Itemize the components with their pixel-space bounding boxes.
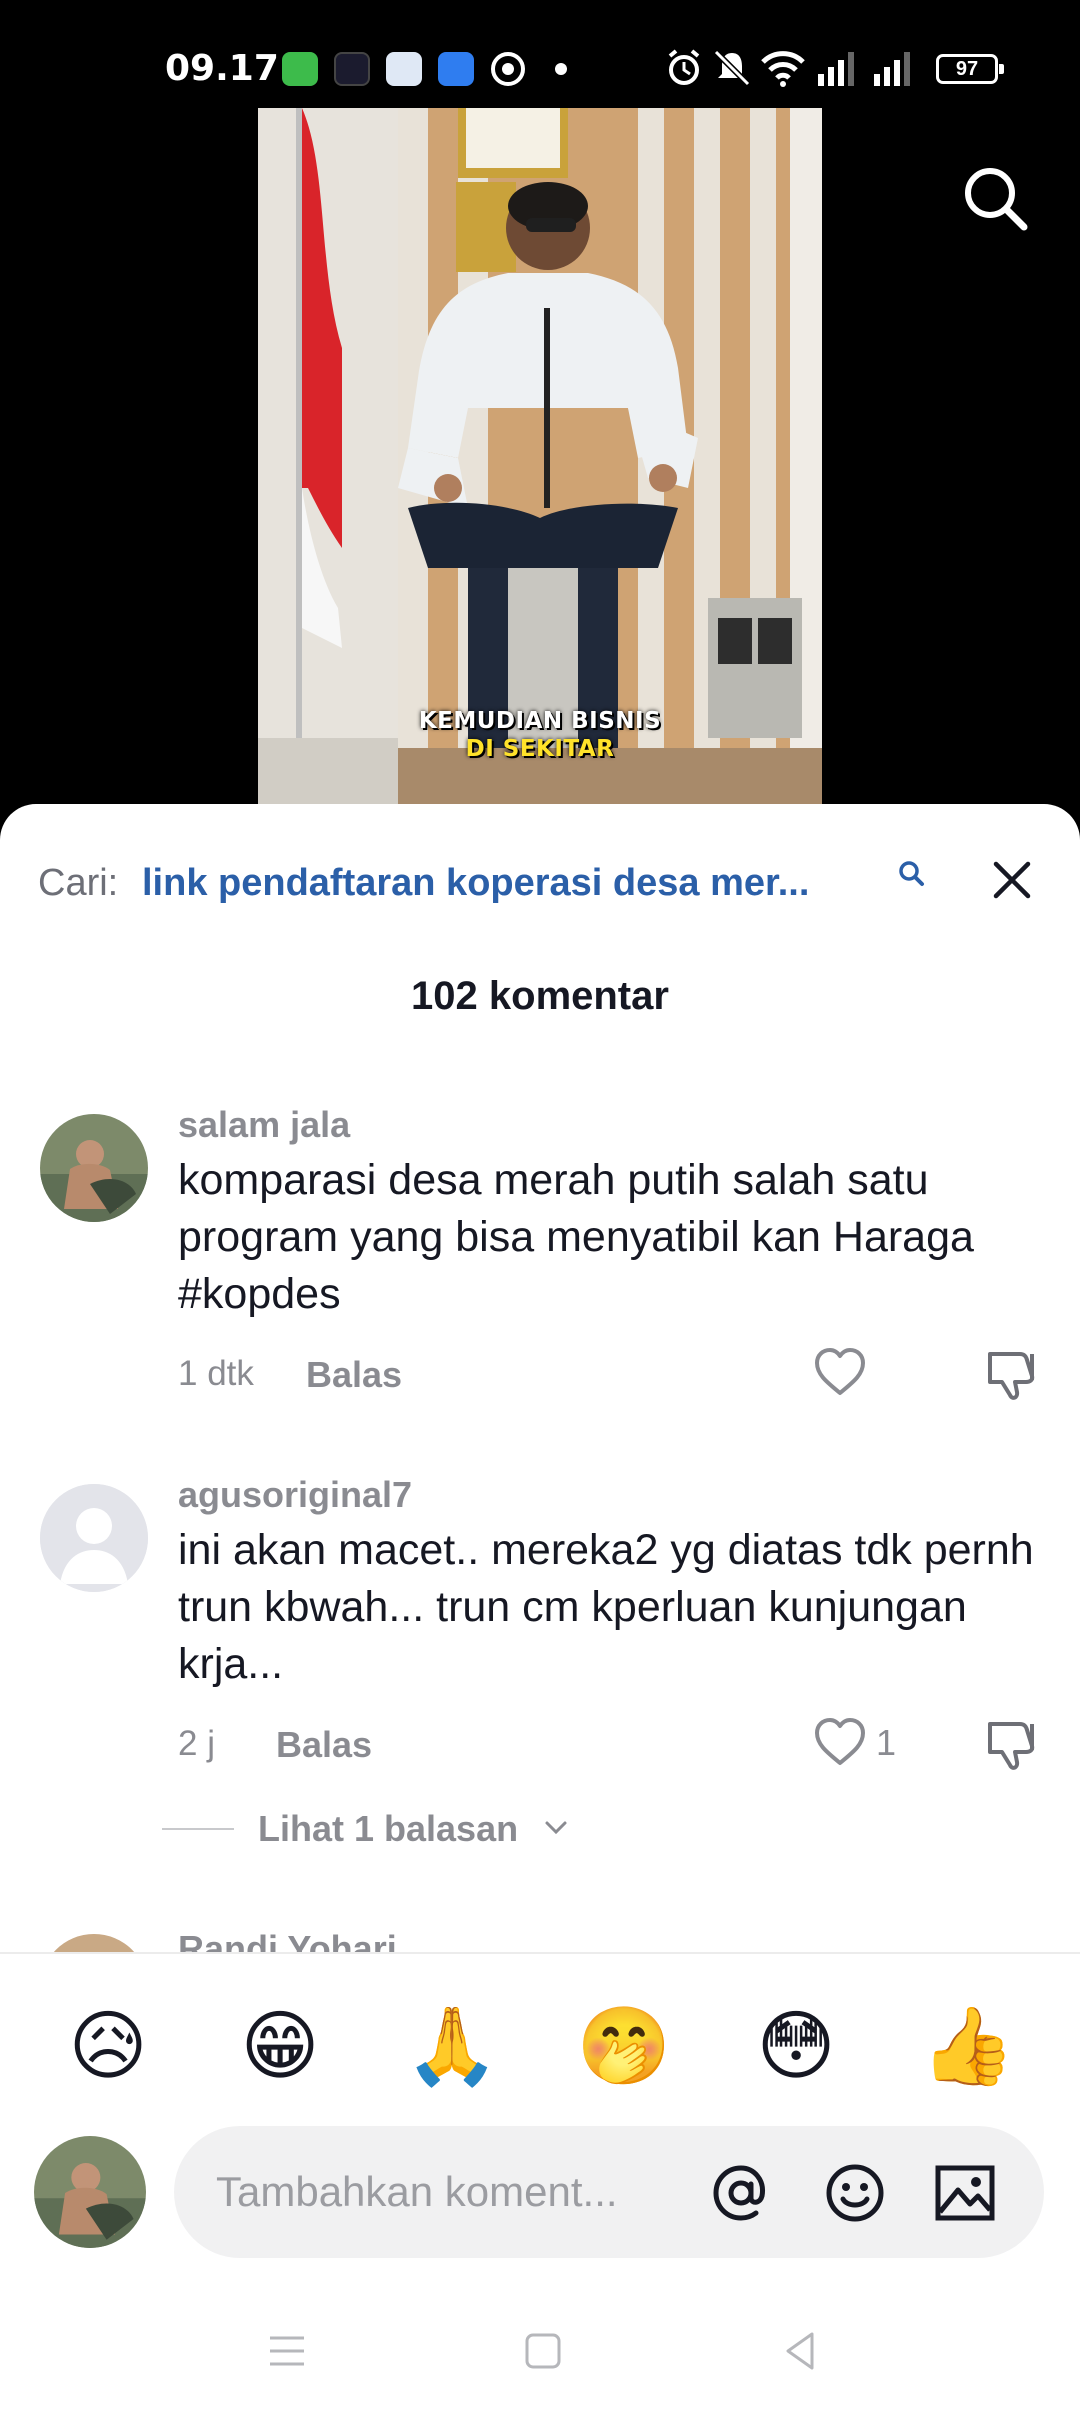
video-frame: KEMUDIAN BISNIS DI SEKITAR [258,108,822,828]
emoji-giggle-button[interactable]: 🤭 [574,1996,674,2096]
video-caption-line-1: KEMUDIAN BISNIS [418,708,662,734]
comment-text: ini akan macet.. mereka2 yg diatas tdk p… [178,1526,1034,1688]
dislike-icon[interactable] [984,1346,1042,1402]
comment-input-container[interactable] [174,2126,1044,2258]
search-prefix-label: Cari: [38,862,119,904]
current-user-avatar [34,2136,146,2248]
video-player[interactable]: KEMUDIAN BISNIS DI SEKITAR [0,108,1080,828]
view-replies-label: Lihat 1 balasan [258,1808,519,1849]
app-notification-icon [386,52,422,86]
chevron-down-icon [545,1821,567,1835]
avatar[interactable] [40,1484,148,1592]
emoji-pray-button[interactable]: 🙏 [402,1996,502,2096]
mute-icon [713,49,751,87]
avatar[interactable] [40,1114,148,1222]
heart-icon[interactable] [812,1346,868,1398]
comment-time: 2 j [178,1724,215,1763]
quick-emoji-bar: 😥 😁 🙏 🤭 😳 👍 [0,1996,1080,2096]
back-icon[interactable] [776,2326,826,2376]
reply-button[interactable]: Balas [306,1354,402,1396]
status-time: 09.17 [165,48,279,89]
emoji-thumbs-up-button[interactable]: 👍 [918,1996,1018,2096]
emoji-flushed-button[interactable]: 😳 [746,1996,846,2096]
notification-dot [555,63,567,75]
status-bar: 09.17 97 [0,0,1080,108]
signal-icon-2 [874,52,910,86]
menu-icon[interactable] [262,2326,312,2376]
image-icon[interactable] [932,2160,998,2226]
app-notification-icon [282,52,318,86]
search-query-icon [899,861,924,886]
comment-input[interactable] [216,2156,706,2228]
comment-username[interactable]: agusoriginal7 [178,1474,412,1516]
mention-icon[interactable] [708,2160,774,2226]
comment-text: komparasi desa merah putih salah satu pr… [178,1156,974,1318]
wifi-icon [761,51,805,87]
like-count: 1 [876,1722,897,1763]
emoji-sad-button[interactable]: 😥 [58,1996,158,2096]
comment-time: 1 dtk [178,1354,254,1393]
dislike-icon[interactable] [984,1716,1042,1772]
reply-button[interactable]: Balas [276,1724,372,1766]
comment-username[interactable]: salam jala [178,1104,350,1146]
home-icon[interactable] [518,2326,568,2376]
comment-count: 102 komentar [411,974,669,1018]
search-icon[interactable] [960,163,1030,233]
video-caption-line-2: DI SEKITAR [465,736,615,762]
emoji-grin-button[interactable]: 😁 [230,1996,330,2096]
divider [162,1828,234,1830]
related-search-query[interactable]: link pendaftaran koperasi desa mer... [142,862,922,905]
battery-icon: 97 [936,54,1004,84]
heart-icon[interactable] [812,1716,868,1768]
related-search-link[interactable]: Cari: link pendaftaran koperasi desa mer… [38,854,1048,914]
app-notification-icon [334,52,370,86]
emoji-picker-icon[interactable] [822,2160,888,2226]
alarm-icon [668,49,700,85]
system-nav-bar [0,2290,1080,2412]
app-notification-icon [438,52,474,86]
close-icon[interactable] [986,854,1038,906]
signal-icon [818,52,854,86]
chrome-icon [491,52,525,86]
